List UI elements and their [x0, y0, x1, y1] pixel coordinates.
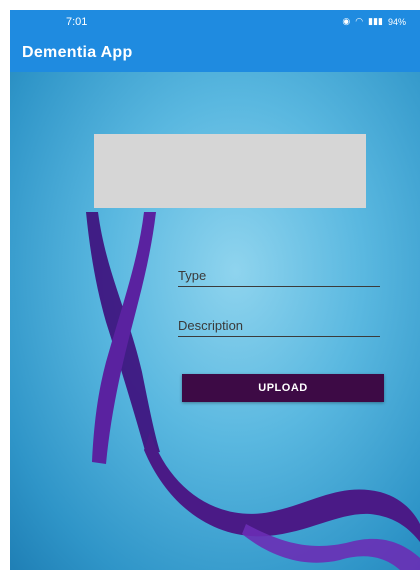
app-bar: Dementia App: [10, 34, 420, 72]
signal-icon: ▮▮▮: [368, 16, 383, 26]
battery-percent: 94%: [387, 16, 406, 27]
app-title: Dementia App: [22, 44, 133, 61]
description-field[interactable]: Description: [178, 314, 380, 337]
type-placeholder: Type: [178, 268, 207, 283]
status-bar: 7:01 ◉ ◠ ▮▮▮ 94%: [10, 10, 420, 34]
phone-screen: 7:01 ◉ ◠ ▮▮▮ 94% Dementia App Type Descr…: [10, 10, 420, 570]
type-field[interactable]: Type: [178, 264, 380, 287]
upload-button[interactable]: UPLOAD: [182, 374, 384, 402]
wifi-icon: ◠: [355, 16, 364, 26]
eye-icon: ◉: [342, 16, 351, 26]
status-time: 7:01: [66, 16, 88, 28]
status-icons: ◉ ◠ ▮▮▮ 94%: [342, 16, 406, 27]
description-placeholder: Description: [178, 318, 244, 333]
image-placeholder[interactable]: [94, 134, 366, 208]
